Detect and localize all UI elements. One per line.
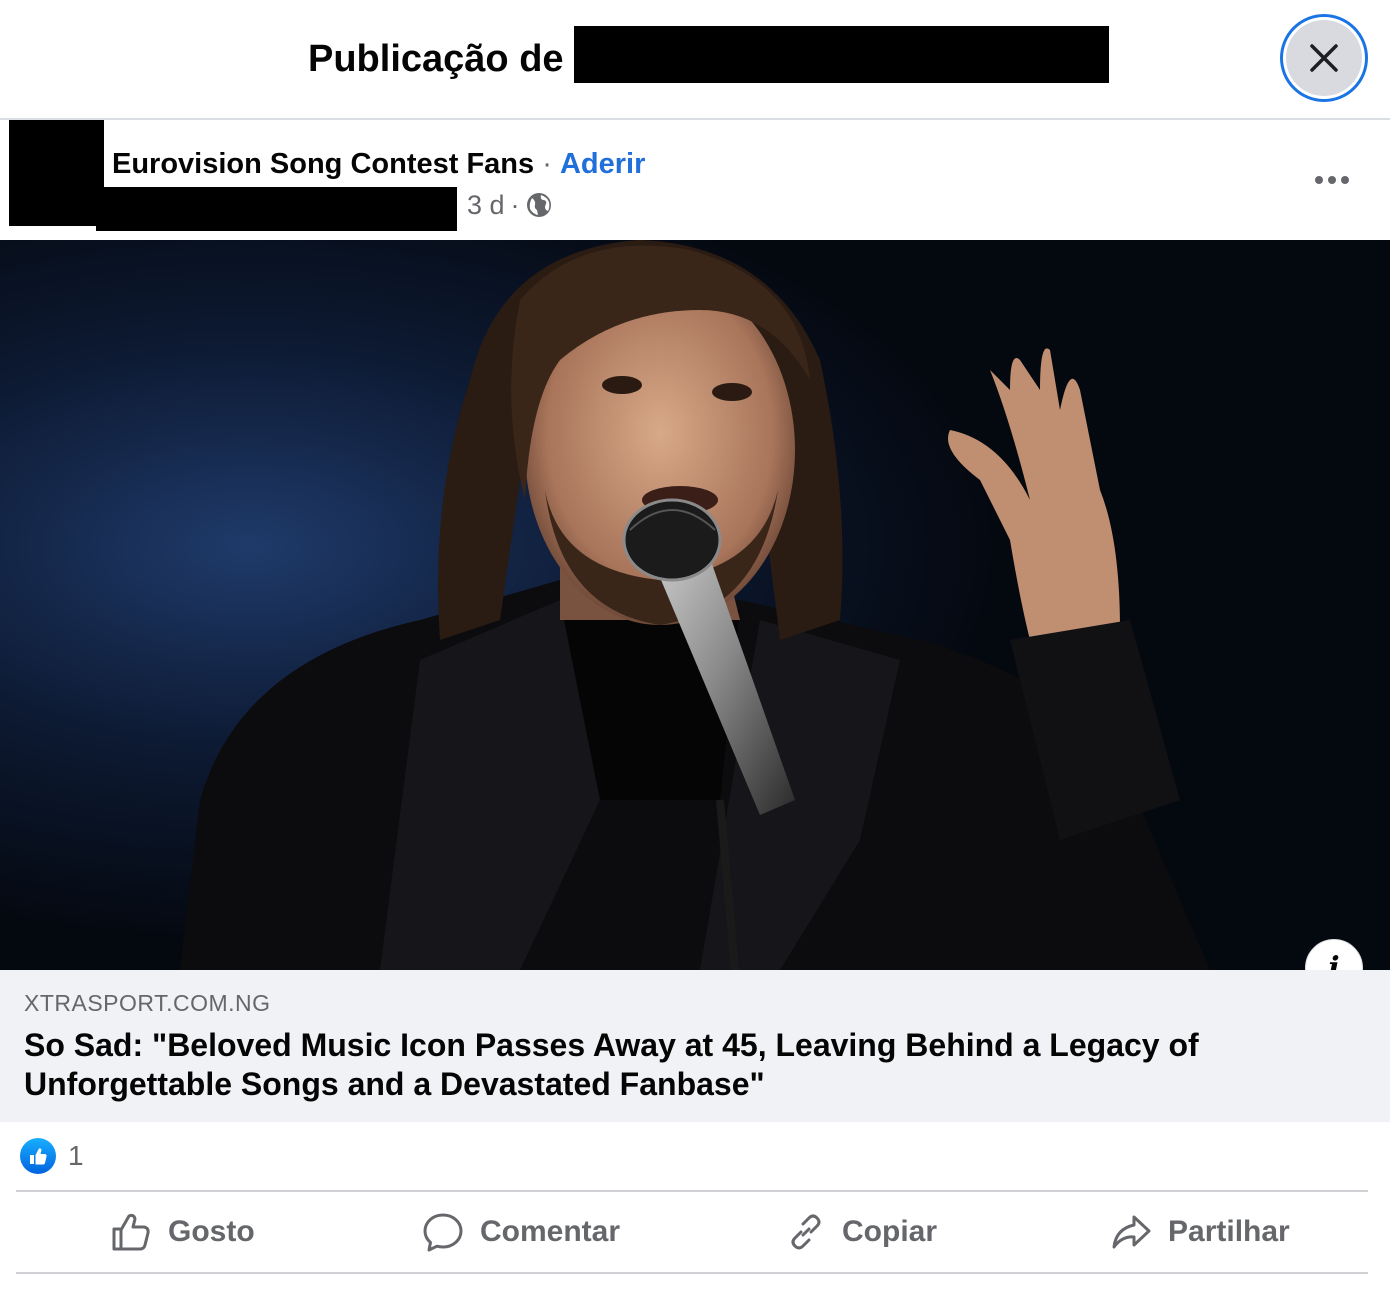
more-options-button[interactable] xyxy=(1306,160,1358,200)
like-reaction-icon xyxy=(20,1138,56,1174)
join-group-link[interactable]: Aderir xyxy=(560,148,645,180)
link-title: So Sad: "Beloved Music Icon Passes Away … xyxy=(24,1027,1199,1102)
share-button[interactable]: Partilhar xyxy=(1110,1192,1290,1272)
redacted-avatar[interactable] xyxy=(9,120,104,226)
dialog-title: Publicação de xyxy=(308,38,564,80)
dialog-header: Publicação de xyxy=(0,0,1390,120)
globe-icon xyxy=(526,193,551,217)
comment-button[interactable]: Comentar xyxy=(422,1192,620,1272)
singer-photo xyxy=(0,240,1390,970)
group-line: Eurovision Song Contest Fans · Aderir xyxy=(112,146,645,182)
close-button[interactable] xyxy=(1280,14,1368,102)
post-meta: 3 d · xyxy=(467,188,552,222)
share-arrow-icon xyxy=(1112,1215,1151,1249)
divider xyxy=(16,1272,1368,1274)
redacted-poster-name[interactable] xyxy=(96,187,457,231)
link-preview[interactable]: XTRASPORT.COM.NG So Sad: "Beloved Music … xyxy=(0,970,1390,1122)
close-button-bg xyxy=(1286,20,1362,96)
separator-dot: · xyxy=(542,148,552,180)
link-domain: XTRASPORT.COM.NG xyxy=(24,990,271,1016)
close-icon xyxy=(1310,44,1338,72)
like-button[interactable]: Gosto xyxy=(110,1192,255,1272)
copy-link-button[interactable]: Copiar xyxy=(786,1192,937,1272)
redacted-author-name xyxy=(574,26,1109,83)
thumbs-up-icon xyxy=(112,1213,150,1251)
reaction-summary[interactable]: 1 xyxy=(20,1138,84,1174)
post-timestamp[interactable]: 3 d xyxy=(467,188,505,222)
meta-separator-dot: · xyxy=(510,190,520,220)
copy-label: Copiar xyxy=(842,1215,938,1248)
link-icon xyxy=(791,1214,821,1250)
group-name[interactable]: Eurovision Song Contest Fans xyxy=(112,148,534,180)
comment-icon xyxy=(423,1213,463,1252)
share-label: Partilhar xyxy=(1168,1215,1290,1248)
more-horizontal-icon xyxy=(1315,176,1349,184)
comment-label: Comentar xyxy=(480,1215,621,1248)
like-label: Gosto xyxy=(168,1215,255,1248)
post-dialog: Publicação de Eurovision Song Contest Fa… xyxy=(0,0,1390,1292)
post-photo[interactable] xyxy=(0,240,1390,970)
action-bar: Gosto Comentar Copiar Partilhar xyxy=(16,1192,1368,1272)
reaction-count: 1 xyxy=(68,1140,84,1171)
